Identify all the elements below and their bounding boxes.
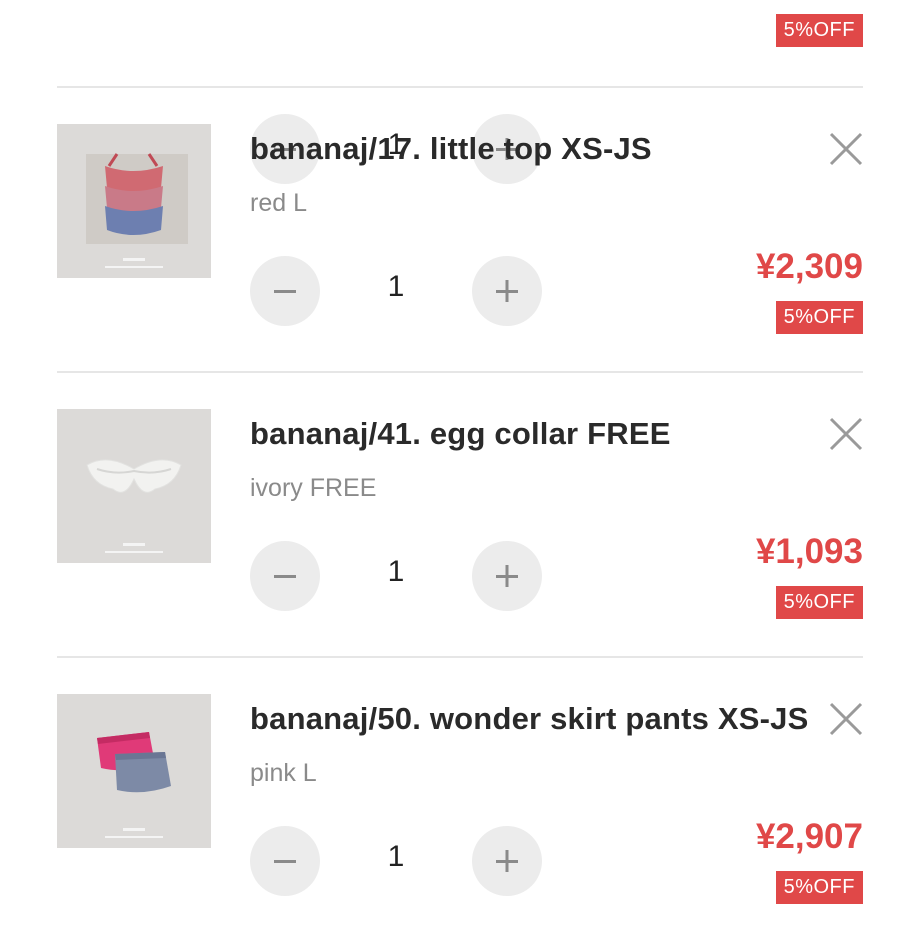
quantity-value: 1 xyxy=(387,840,405,873)
gingham-tops-photo[interactable] xyxy=(57,124,211,278)
item-title[interactable]: bananaj/50. wonder skirt pants XS-JS xyxy=(250,701,808,737)
item-variant: ivory FREE xyxy=(250,474,377,502)
cart-item-partial: 1 5%OFF xyxy=(0,0,920,184)
increment-button[interactable] xyxy=(472,256,542,326)
cart-item: bananaj/17. little top XS-JS red L 1 ¥2,… xyxy=(0,87,920,372)
item-title[interactable]: bananaj/41. egg collar FREE xyxy=(250,416,671,452)
discount-badge: 5%OFF xyxy=(775,871,863,904)
increment-button[interactable] xyxy=(472,541,542,611)
minus-icon xyxy=(274,860,296,863)
increment-button[interactable] xyxy=(472,826,542,896)
discount-badge: 5%OFF xyxy=(775,14,863,47)
decrement-button[interactable] xyxy=(250,826,320,896)
minus-icon xyxy=(274,575,296,578)
plus-icon xyxy=(496,850,518,872)
item-price: ¥2,907 xyxy=(755,817,863,856)
quantity-value: 1 xyxy=(387,555,405,588)
cart-item: bananaj/41. egg collar FREE ivory FREE 1… xyxy=(0,372,920,657)
discount-badge: 5%OFF xyxy=(775,586,863,619)
close-icon xyxy=(829,417,863,451)
cart-item: bananaj/50. wonder skirt pants XS-JS pin… xyxy=(0,657,920,942)
minus-icon xyxy=(274,290,296,293)
decrement-button[interactable] xyxy=(250,256,320,326)
plus-icon xyxy=(496,565,518,587)
skirt-pants-photo[interactable] xyxy=(57,694,211,848)
item-price: ¥2,309 xyxy=(755,247,863,286)
close-icon xyxy=(829,132,863,166)
discount-badge: 5%OFF xyxy=(775,301,863,334)
remove-item-button[interactable] xyxy=(828,416,864,452)
item-variant: pink L xyxy=(250,759,317,787)
lace-collar-photo[interactable] xyxy=(57,409,211,563)
decrement-button[interactable] xyxy=(250,541,320,611)
item-title[interactable]: bananaj/17. little top XS-JS xyxy=(250,131,652,167)
quantity-value: 1 xyxy=(387,270,405,303)
remove-item-button[interactable] xyxy=(828,701,864,737)
item-variant: red L xyxy=(250,189,307,217)
cart-page: 1 5%OFF bananaj/17. little top XS-JS red… xyxy=(0,0,920,920)
remove-item-button[interactable] xyxy=(828,131,864,167)
close-icon xyxy=(829,702,863,736)
plus-icon xyxy=(496,280,518,302)
item-price: ¥1,093 xyxy=(755,532,863,571)
